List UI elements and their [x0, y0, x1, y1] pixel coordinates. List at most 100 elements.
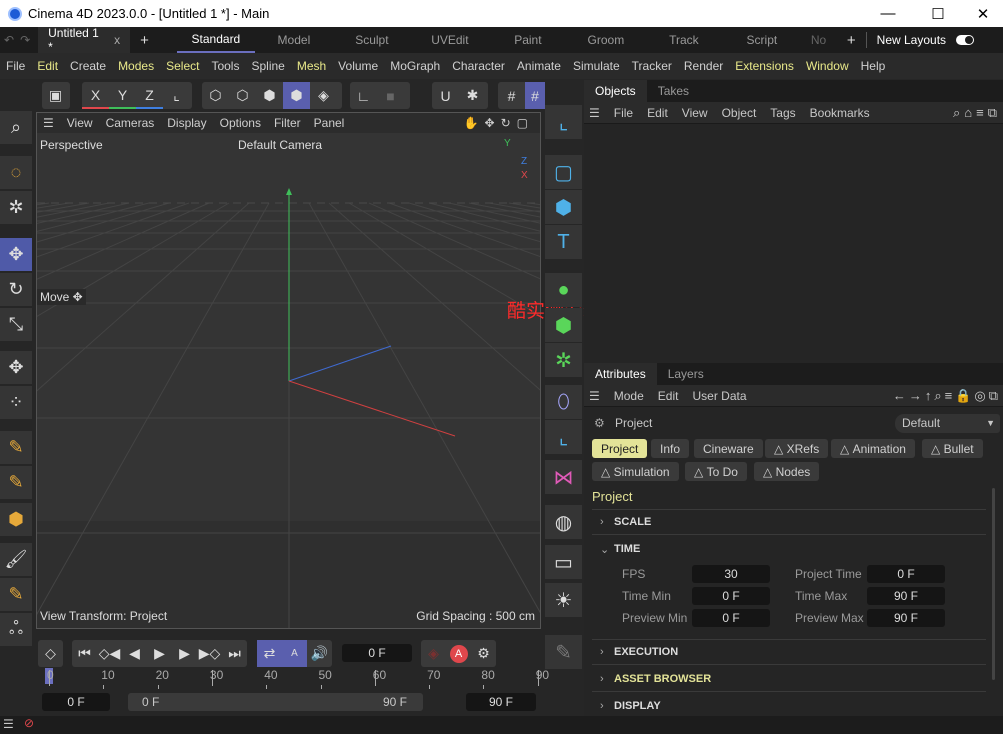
viewport-menu-panel[interactable]: Panel — [314, 116, 345, 130]
spline-rectangle-icon[interactable]: ▢ — [545, 155, 582, 189]
objects-menu-file[interactable]: File — [614, 106, 633, 120]
uv-mode-icon[interactable]: ◈ — [310, 82, 337, 109]
viewport-menu-filter[interactable]: Filter — [274, 116, 301, 130]
menu-tools[interactable]: Tools — [211, 59, 239, 73]
chip-info[interactable]: Info — [651, 439, 690, 458]
light-icon[interactable]: ☀ — [545, 583, 582, 617]
selection-tool-icon[interactable]: ◌ — [0, 156, 32, 189]
move-tool-icon[interactable]: ✥ — [0, 238, 32, 271]
tab-takes[interactable]: Takes — [647, 80, 700, 102]
previous-frame-icon[interactable]: ◀ — [122, 640, 147, 667]
hamburger-icon[interactable]: ☰ — [3, 717, 14, 731]
layout-tab-script[interactable]: Script — [723, 27, 801, 53]
attributes-menu-user-data[interactable]: User Data — [692, 389, 746, 403]
rotate-tool-icon[interactable]: ↻ — [0, 273, 32, 306]
objects-toolbar-icons[interactable]: ⌕⌂≡⧉ — [953, 105, 1001, 121]
grid-icon[interactable]: # — [498, 82, 525, 109]
layout-tab-model[interactable]: Model — [255, 27, 333, 53]
layout-tab-groom[interactable]: Groom — [567, 27, 645, 53]
menu-edit[interactable]: Edit — [37, 59, 58, 73]
new-layouts-toggle[interactable] — [956, 35, 975, 45]
viewport-nav-icons[interactable]: ✋✥↻▢ — [464, 116, 534, 130]
chip-animation[interactable]: △ Animation — [831, 439, 915, 458]
object-tools-icon[interactable]: ✲ — [0, 191, 32, 224]
minimize-button[interactable]: — — [865, 0, 911, 27]
sketch-tool-icon[interactable]: ✎ — [0, 466, 32, 499]
coordinate-system-icon[interactable]: ⌞ — [163, 82, 190, 109]
chip-todo[interactable]: △ To Do — [685, 462, 747, 481]
end-frame-field[interactable]: 90 F — [466, 693, 536, 711]
add-document-button[interactable]: + — [130, 27, 159, 53]
menu-mesh[interactable]: Mesh — [297, 59, 326, 73]
go-to-end-icon[interactable]: ⏭ — [222, 640, 247, 667]
objects-menu-tags[interactable]: Tags — [770, 106, 795, 120]
model-mode-icon[interactable]: ⬢ — [283, 82, 310, 109]
project-time-field[interactable]: 0 F — [867, 565, 945, 583]
menu-extensions[interactable]: Extensions — [735, 59, 794, 73]
z-axis-lock-button[interactable]: Z — [136, 82, 163, 109]
scale-tool-icon[interactable]: ⤡ — [0, 308, 32, 341]
chip-project[interactable]: Project — [592, 439, 648, 458]
field-icon[interactable]: ⋈ — [545, 460, 582, 494]
spline-pen-icon[interactable]: ✎ — [0, 578, 32, 611]
keyframe-settings-icon[interactable]: ⚙ — [471, 640, 496, 667]
chip-xrefs[interactable]: △ XRefs — [765, 439, 829, 458]
snap-tool-icon[interactable]: ⁘ — [0, 386, 32, 419]
camera-icon[interactable]: ▭ — [545, 545, 582, 579]
hamburger-icon[interactable]: ☰ — [43, 116, 54, 130]
timeline-ruler[interactable]: 0 10 20 30 40 50 60 70 80 90 — [40, 668, 549, 696]
menu-select[interactable]: Select — [166, 59, 199, 73]
layout-tab-track[interactable]: Track — [645, 27, 723, 53]
snap-icon[interactable]: U — [432, 82, 459, 109]
cubes-tool-icon[interactable]: ⬢ — [0, 503, 32, 536]
maximize-button[interactable]: ☐ — [915, 0, 961, 27]
menu-character[interactable]: Character — [452, 59, 505, 73]
chip-simulation[interactable]: △ Simulation — [592, 462, 679, 481]
preview-range-slider[interactable]: 0 F 90 F — [128, 693, 423, 711]
play-icon[interactable]: ▶ — [147, 640, 172, 667]
search-icon[interactable]: ⌕ — [0, 111, 32, 144]
menu-help[interactable]: Help — [861, 59, 886, 73]
menu-simulate[interactable]: Simulate — [573, 59, 620, 73]
section-time[interactable]: ⌄ TIME — [592, 536, 986, 562]
layout-tab-paint[interactable]: Paint — [489, 27, 567, 53]
autokey-tracks-icon[interactable]: A — [282, 640, 307, 667]
camera-label[interactable]: Default Camera — [238, 138, 322, 152]
time-min-field[interactable]: 0 F — [692, 587, 770, 605]
menu-render[interactable]: Render — [684, 59, 723, 73]
menu-spline[interactable]: Spline — [251, 59, 284, 73]
viewport[interactable]: ☰ View Cameras Display Options Filter Pa… — [36, 112, 541, 629]
chip-cineware[interactable]: Cineware — [694, 439, 763, 458]
brush-tool-icon[interactable]: 🖌 — [0, 543, 32, 576]
next-frame-icon[interactable]: ▶ — [172, 640, 197, 667]
attributes-menu-mode[interactable]: Mode — [614, 389, 644, 403]
document-tab[interactable]: Untitled 1 * x — [38, 26, 131, 54]
hamburger-icon[interactable]: ☰ — [589, 389, 600, 403]
section-scale[interactable]: › SCALE — [592, 509, 986, 535]
attributes-scrollbar[interactable] — [992, 488, 995, 680]
effector-icon[interactable]: ✲ — [545, 343, 582, 377]
menu-volume[interactable]: Volume — [338, 59, 378, 73]
layout-tab-nodes[interactable]: No — [801, 27, 837, 53]
sound-icon[interactable]: 🔊 — [307, 640, 332, 667]
section-execution[interactable]: › EXECUTION — [592, 639, 986, 665]
keyframe-icon[interactable]: ◇ — [38, 640, 63, 667]
text-icon[interactable]: T — [545, 225, 582, 259]
axis-mode-icon[interactable]: ∟ — [350, 82, 377, 109]
section-asset-browser[interactable]: › ASSET BROWSER — [592, 666, 986, 692]
layout-tab-standard[interactable]: Standard — [176, 27, 255, 53]
viewport-menu-view[interactable]: View — [67, 116, 93, 130]
camera-object-icon[interactable]: ⌞ — [545, 105, 582, 139]
pen-tool-icon[interactable]: ✎ — [0, 431, 32, 464]
edges-mode-icon[interactable]: ⬡ — [229, 82, 256, 109]
close-button[interactable]: ✕ — [960, 0, 1003, 27]
preset-dropdown[interactable]: Default ▼ — [895, 414, 1000, 433]
x-axis-lock-button[interactable]: X — [82, 82, 109, 109]
menu-create[interactable]: Create — [70, 59, 106, 73]
edit-icon[interactable]: ✎ — [545, 635, 582, 669]
attributes-menu-edit[interactable]: Edit — [658, 389, 679, 403]
null-object-icon[interactable]: ⌞ — [545, 420, 582, 454]
environment-icon[interactable]: ◍ — [545, 505, 582, 539]
spline-sketch-icon[interactable]: ஃ — [0, 613, 32, 646]
record-keys-icon[interactable]: ◈ — [421, 640, 446, 667]
